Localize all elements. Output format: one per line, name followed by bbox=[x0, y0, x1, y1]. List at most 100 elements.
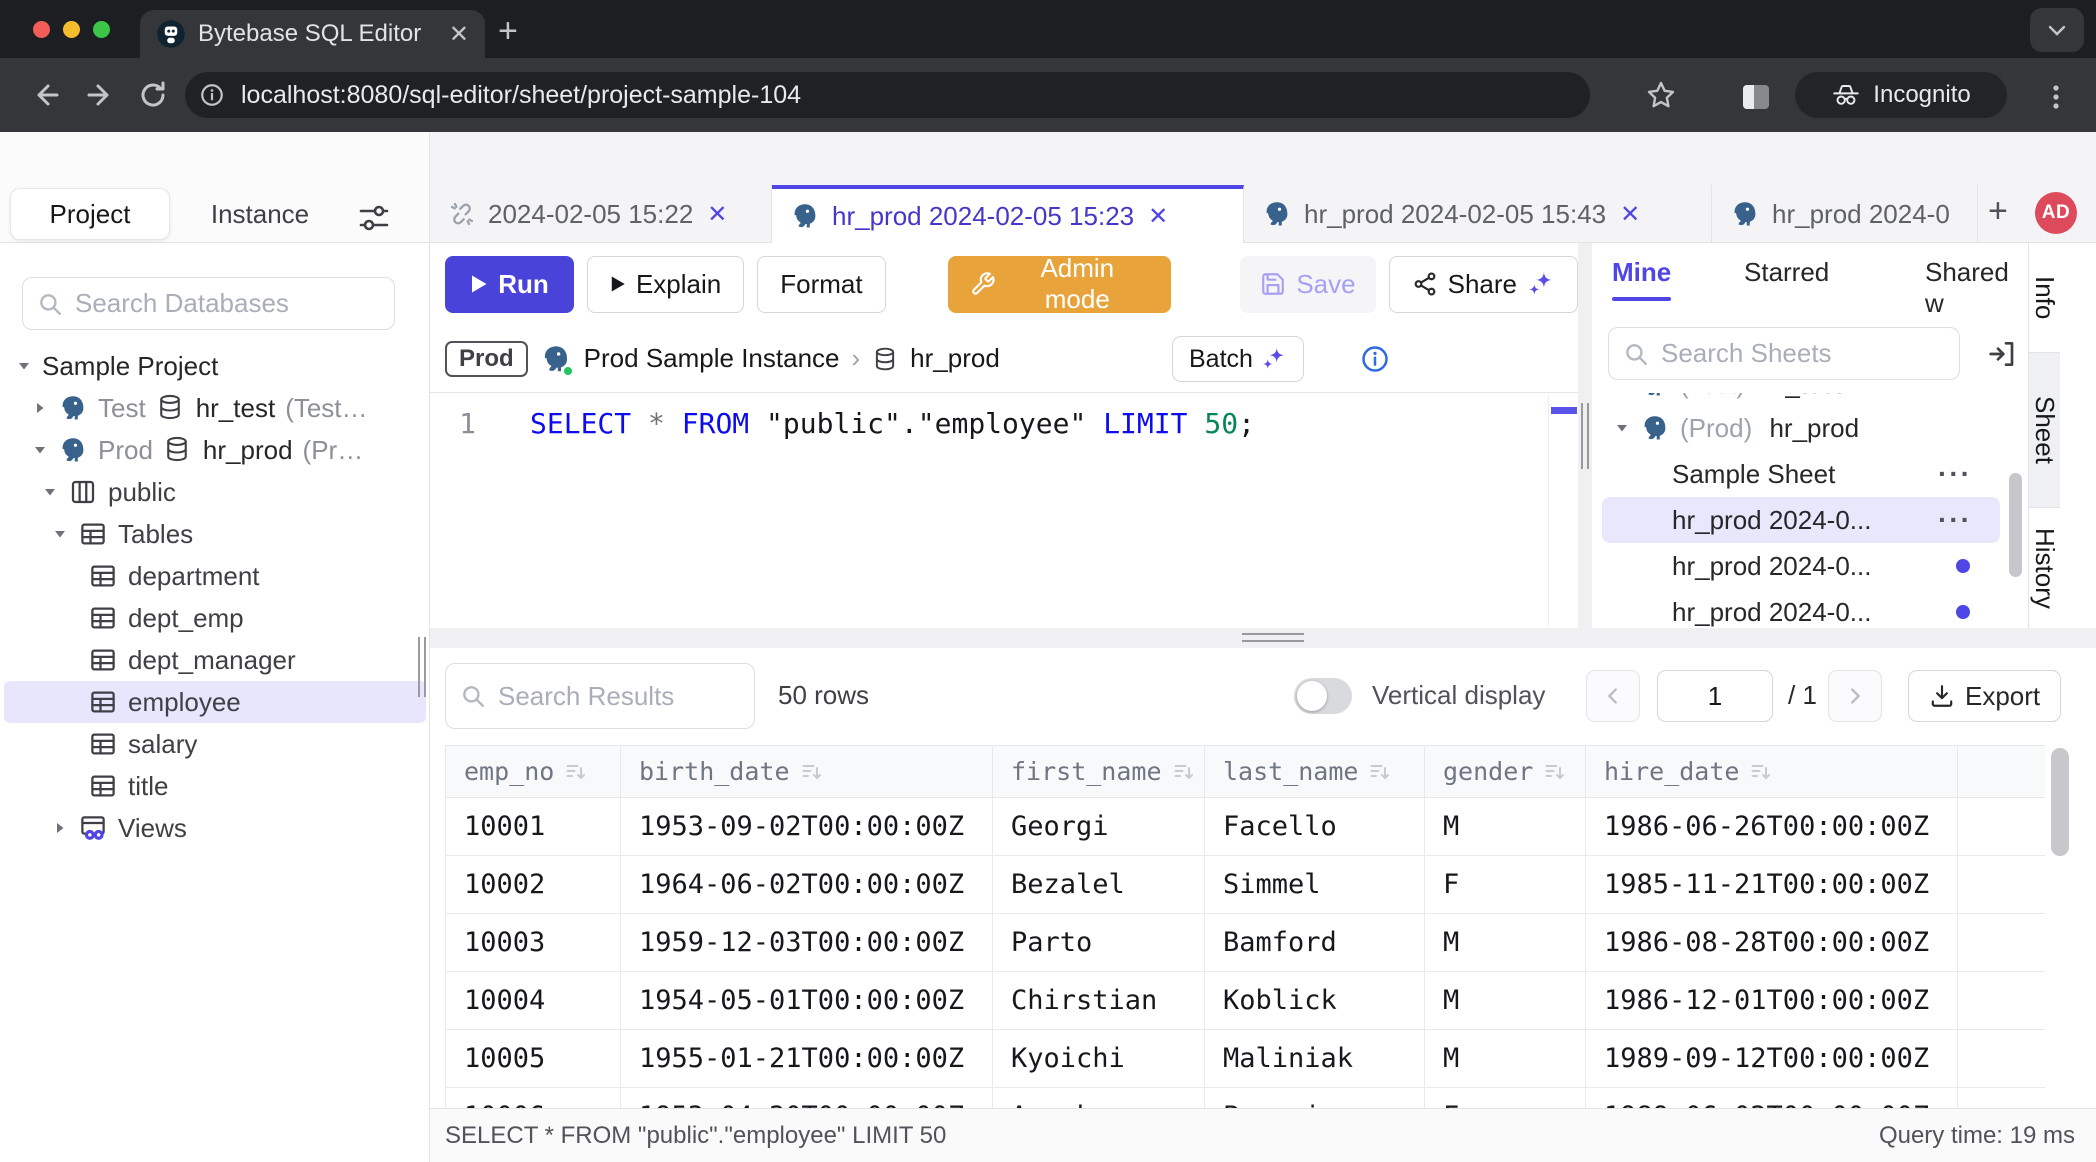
table-cell[interactable]: Preusig bbox=[1205, 1088, 1425, 1109]
table-cell[interactable]: 10004 bbox=[446, 972, 621, 1030]
bookmark-star-icon[interactable] bbox=[1645, 79, 1677, 111]
column-header[interactable]: gender bbox=[1425, 746, 1586, 798]
caret-right-icon[interactable] bbox=[52, 820, 68, 836]
table-cell[interactable]: 1985-11-21T00:00:00Z bbox=[1586, 856, 1958, 914]
tree-item[interactable]: Tables bbox=[0, 513, 430, 555]
table-cell[interactable]: 10002 bbox=[446, 856, 621, 914]
table-cell[interactable]: 1964-06-02T00:00:00Z bbox=[621, 856, 993, 914]
browser-new-tab-button[interactable]: + bbox=[498, 12, 518, 51]
table-cell[interactable]: 10001 bbox=[446, 798, 621, 856]
table-cell[interactable]: 1959-12-03T00:00:00Z bbox=[621, 914, 993, 972]
table-cell[interactable]: Koblick bbox=[1205, 972, 1425, 1030]
table-cell[interactable]: 1986-06-26T00:00:00Z bbox=[1586, 798, 1958, 856]
sort-icon[interactable] bbox=[1543, 760, 1567, 784]
tree-item[interactable]: dept_manager bbox=[0, 639, 430, 681]
editor-results-divider[interactable] bbox=[430, 628, 2096, 648]
table-cell[interactable]: 1989-09-12T00:00:00Z bbox=[1586, 1030, 1958, 1088]
page-number-input[interactable]: 1 bbox=[1657, 670, 1773, 722]
table-row[interactable]: 100041954-05-01T00:00:00ZChirstianKoblic… bbox=[446, 972, 2046, 1030]
forward-icon[interactable] bbox=[84, 79, 116, 111]
table-cell[interactable]: Parto bbox=[993, 914, 1205, 972]
column-header[interactable]: emp_no bbox=[446, 746, 621, 798]
table-cell[interactable]: 10003 bbox=[446, 914, 621, 972]
tree-item[interactable]: dept_emp bbox=[0, 597, 430, 639]
table-cell[interactable]: Bamford bbox=[1205, 914, 1425, 972]
column-header[interactable]: birth_date bbox=[621, 746, 993, 798]
table-cell[interactable]: 1955-01-21T00:00:00Z bbox=[621, 1030, 993, 1088]
collapse-panel-icon[interactable] bbox=[1986, 338, 2018, 370]
tree-item[interactable]: Views bbox=[0, 807, 430, 849]
sheet-group[interactable]: (Test) hr_test bbox=[1592, 393, 2028, 405]
admin-mode-button[interactable]: Admin mode bbox=[948, 256, 1172, 313]
tree-item[interactable]: employee bbox=[4, 681, 426, 723]
table-row[interactable]: 100021964-06-02T00:00:00ZBezalelSimmelF1… bbox=[446, 856, 2046, 914]
tree-item[interactable]: title bbox=[0, 765, 430, 807]
browser-menu-icon[interactable] bbox=[2040, 81, 2072, 113]
editor-tab[interactable]: hr_prod 2024-02-05 15:43✕ bbox=[1244, 185, 1712, 243]
table-cell[interactable]: Anneke bbox=[993, 1088, 1205, 1109]
table-cell[interactable]: M bbox=[1425, 914, 1586, 972]
close-tab-icon[interactable]: ✕ bbox=[1148, 202, 1168, 231]
editor-tab[interactable]: hr_prod 2024-02-05 15:23✕ bbox=[772, 185, 1244, 243]
sql-code-editor[interactable]: 1 SELECT * FROM "public"."employee" LIMI… bbox=[430, 393, 1578, 627]
table-row[interactable]: 100061953-04-20T00:00:00ZAnnekePreusigF1… bbox=[446, 1088, 2046, 1109]
user-avatar[interactable]: AD bbox=[2035, 192, 2077, 234]
instance-name[interactable]: Prod Sample Instance bbox=[584, 343, 840, 374]
table-cell[interactable]: Kyoichi bbox=[993, 1030, 1205, 1088]
table-cell[interactable]: 1986-08-28T00:00:00Z bbox=[1586, 914, 1958, 972]
results-scrollbar[interactable] bbox=[2051, 748, 2069, 856]
caret-down-icon[interactable] bbox=[42, 484, 58, 500]
table-cell[interactable]: 1989-06-02T00:00:00Z bbox=[1586, 1088, 1958, 1109]
format-button[interactable]: Format bbox=[757, 256, 885, 313]
export-button[interactable]: Export bbox=[1908, 670, 2061, 722]
tree-item[interactable]: salary bbox=[0, 723, 430, 765]
site-info-icon[interactable] bbox=[199, 82, 225, 108]
sidebar-resize-handle[interactable] bbox=[418, 637, 428, 697]
column-header[interactable]: first_name bbox=[993, 746, 1205, 798]
save-button[interactable]: Save bbox=[1240, 256, 1375, 313]
sheet-item[interactable]: hr_prod 2024-0... bbox=[1592, 589, 2028, 628]
sheet-tab-mine[interactable]: Mine bbox=[1612, 257, 1671, 301]
database-name[interactable]: hr_prod bbox=[910, 343, 1000, 374]
tree-item[interactable]: Prodhr_prod (Pr… bbox=[0, 429, 430, 471]
editor-tab[interactable]: hr_prod 2024-0 bbox=[1712, 185, 1978, 243]
table-cell[interactable]: 1953-09-02T00:00:00Z bbox=[621, 798, 993, 856]
sort-icon[interactable] bbox=[1172, 760, 1196, 784]
table-cell[interactable]: 1953-04-20T00:00:00Z bbox=[621, 1088, 993, 1109]
window-minimize-button[interactable] bbox=[63, 21, 80, 38]
tree-item[interactable]: public bbox=[0, 471, 430, 513]
caret-down-icon[interactable] bbox=[16, 358, 32, 374]
table-cell[interactable]: 10006 bbox=[446, 1088, 621, 1109]
sheet-tab-starred[interactable]: Starred bbox=[1744, 257, 1829, 288]
search-results-input[interactable]: Search Results bbox=[445, 663, 755, 729]
sort-icon[interactable] bbox=[1368, 760, 1392, 784]
table-cell[interactable]: Simmel bbox=[1205, 856, 1425, 914]
table-cell[interactable]: F bbox=[1425, 1088, 1586, 1109]
filter-settings-icon[interactable] bbox=[356, 200, 392, 236]
table-row[interactable]: 100031959-12-03T00:00:00ZPartoBamfordM19… bbox=[446, 914, 2046, 972]
sort-icon[interactable] bbox=[1749, 760, 1773, 784]
tab-project[interactable]: Project bbox=[10, 188, 170, 240]
tab-search-chevron-button[interactable] bbox=[2030, 8, 2084, 52]
table-cell[interactable]: 10005 bbox=[446, 1030, 621, 1088]
window-close-button[interactable] bbox=[33, 21, 50, 38]
caret-down-icon[interactable] bbox=[1614, 420, 1630, 436]
side-panel-icon[interactable] bbox=[1740, 81, 1772, 113]
back-icon[interactable] bbox=[30, 79, 62, 111]
sort-icon[interactable] bbox=[800, 760, 824, 784]
tab-instance[interactable]: Instance bbox=[190, 188, 330, 240]
side-tab-history[interactable]: History bbox=[2029, 508, 2060, 628]
table-cell[interactable]: Facello bbox=[1205, 798, 1425, 856]
side-tab-sheet[interactable]: Sheet bbox=[2029, 352, 2060, 508]
info-icon[interactable] bbox=[1360, 344, 1390, 374]
reload-icon[interactable] bbox=[137, 79, 169, 111]
more-menu-icon[interactable]: ··· bbox=[1938, 504, 1972, 536]
side-tab-info[interactable]: Info bbox=[2029, 243, 2060, 352]
run-button[interactable]: Run bbox=[445, 256, 574, 313]
share-button[interactable]: Share bbox=[1389, 256, 1578, 313]
sheet-item[interactable]: hr_prod 2024-0... bbox=[1592, 543, 2028, 589]
close-tab-icon[interactable]: ✕ bbox=[707, 200, 727, 229]
vertical-display-toggle[interactable] bbox=[1294, 678, 1352, 714]
table-cell[interactable]: 1986-12-01T00:00:00Z bbox=[1586, 972, 1958, 1030]
table-cell[interactable]: Georgi bbox=[993, 798, 1205, 856]
